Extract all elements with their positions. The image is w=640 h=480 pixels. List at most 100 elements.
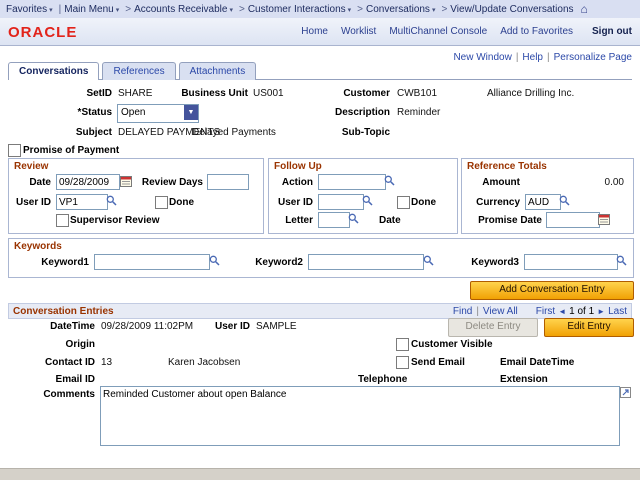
contact-id-label: Contact ID bbox=[40, 357, 95, 368]
breadcrumb-label: Accounts Receivable bbox=[134, 4, 227, 15]
currency-input[interactable] bbox=[525, 194, 561, 210]
breadcrumb-label: Conversations bbox=[366, 4, 430, 15]
review-date-label: Date bbox=[17, 177, 51, 188]
tab-references[interactable]: References bbox=[102, 62, 175, 80]
conversation-entries-title: Conversation Entries bbox=[13, 306, 114, 317]
add-conversation-entry-button[interactable]: Add Conversation Entry bbox=[470, 281, 634, 300]
entry-user-label: User ID bbox=[205, 321, 250, 332]
customer-visible-checkbox[interactable] bbox=[396, 338, 409, 351]
expand-comments-icon[interactable] bbox=[620, 387, 631, 398]
entry-user-value: SAMPLE bbox=[256, 321, 297, 332]
separator: > bbox=[357, 4, 363, 15]
customer-visible-label: Customer Visible bbox=[411, 339, 493, 350]
lookup-icon[interactable] bbox=[106, 195, 117, 206]
review-days-input[interactable] bbox=[207, 174, 249, 190]
chevron-down-icon: ▾ bbox=[348, 7, 352, 14]
delete-entry-button[interactable]: Delete Entry bbox=[448, 318, 538, 337]
business-unit-value: US001 bbox=[253, 88, 284, 99]
edit-entry-button[interactable]: Edit Entry bbox=[544, 318, 634, 337]
breadcrumb-item-main-menu[interactable]: Main Menu▾ bbox=[64, 4, 119, 15]
separator: > bbox=[441, 4, 447, 15]
customer-name: Alliance Drilling Inc. bbox=[487, 88, 574, 99]
origin-label: Origin bbox=[40, 339, 95, 350]
status-selected-value: Open bbox=[121, 107, 145, 118]
breadcrumb-item-conversations[interactable]: Conversations▾ bbox=[366, 4, 435, 15]
keyword1-input[interactable] bbox=[94, 254, 210, 270]
next-row-icon[interactable]: ► bbox=[597, 307, 605, 316]
tab-bar: Conversations References Attachments bbox=[8, 62, 259, 80]
home-icon[interactable]: ⌂ bbox=[581, 2, 588, 16]
letter-input[interactable] bbox=[318, 212, 350, 228]
review-title: Review bbox=[14, 161, 48, 172]
new-window-link[interactable]: New Window bbox=[453, 52, 511, 63]
datetime-value: 09/28/2009 11:02PM bbox=[101, 321, 193, 332]
supervisor-review-checkbox[interactable] bbox=[56, 214, 69, 227]
review-user-label: User ID bbox=[9, 197, 51, 208]
keyword2-input[interactable] bbox=[308, 254, 424, 270]
keyword3-input[interactable] bbox=[524, 254, 618, 270]
promise-date-input[interactable] bbox=[546, 212, 600, 228]
follow-up-title: Follow Up bbox=[274, 161, 322, 172]
review-date-input[interactable] bbox=[56, 174, 120, 190]
lookup-icon[interactable] bbox=[559, 195, 570, 206]
email-id-label: Email ID bbox=[40, 374, 95, 385]
comments-textarea[interactable]: Reminded Customer about open Balance bbox=[100, 386, 620, 446]
review-done-checkbox[interactable] bbox=[155, 196, 168, 209]
personalize-page-link[interactable]: Personalize Page bbox=[554, 52, 632, 63]
setid-label: SetID bbox=[40, 88, 112, 99]
sign-out-link[interactable]: Sign out bbox=[592, 26, 632, 37]
tab-conversations[interactable]: Conversations bbox=[8, 62, 99, 80]
breadcrumb-item-accounts-receivable[interactable]: Accounts Receivable▾ bbox=[134, 4, 233, 15]
send-email-checkbox[interactable] bbox=[396, 356, 409, 369]
followup-date-label: Date bbox=[379, 215, 401, 226]
dropdown-arrow-icon[interactable]: ▼ bbox=[184, 105, 198, 120]
followup-user-input[interactable] bbox=[318, 194, 364, 210]
lookup-icon[interactable] bbox=[362, 195, 373, 206]
status-dropdown[interactable]: Open ▼ bbox=[117, 104, 199, 123]
calendar-icon[interactable] bbox=[598, 213, 610, 225]
header-links: Home Worklist MultiChannel Console Add t… bbox=[301, 26, 632, 37]
tab-attachments[interactable]: Attachments bbox=[179, 62, 257, 80]
last-link[interactable]: Last bbox=[608, 306, 627, 317]
lookup-icon[interactable] bbox=[423, 255, 434, 266]
previous-row-icon[interactable]: ◄ bbox=[558, 307, 566, 316]
reference-totals-groupbox: Reference Totals Amount 0.00 Currency Pr… bbox=[461, 158, 634, 234]
lookup-icon[interactable] bbox=[348, 213, 359, 224]
followup-user-label: User ID bbox=[271, 197, 313, 208]
multichannel-console-link[interactable]: MultiChannel Console bbox=[389, 26, 487, 37]
favorites-menu[interactable]: Favorites▾ bbox=[6, 4, 53, 15]
breadcrumb-label: View/Update Conversations bbox=[450, 4, 573, 15]
setid-value: SHARE bbox=[118, 88, 152, 99]
promise-date-label: Promise Date bbox=[462, 215, 542, 226]
separator: > bbox=[125, 4, 131, 15]
home-link[interactable]: Home bbox=[301, 26, 328, 37]
keywords-groupbox: Keywords Keyword1 Keyword2 Keyword3 bbox=[8, 238, 634, 278]
help-link[interactable]: Help bbox=[522, 52, 543, 63]
separator: | bbox=[476, 306, 479, 317]
review-user-input[interactable] bbox=[56, 194, 108, 210]
view-all-link[interactable]: View All bbox=[483, 306, 518, 317]
letter-label: Letter bbox=[271, 215, 313, 226]
promise-of-payment-checkbox[interactable] bbox=[8, 144, 21, 157]
action-input[interactable] bbox=[318, 174, 386, 190]
horizontal-scrollbar[interactable] bbox=[0, 468, 640, 480]
supervisor-review-label: Supervisor Review bbox=[70, 215, 159, 226]
find-link[interactable]: Find bbox=[453, 306, 472, 317]
currency-label: Currency bbox=[466, 197, 520, 208]
worklist-link[interactable]: Worklist bbox=[341, 26, 376, 37]
chevron-down-icon: ▾ bbox=[432, 7, 436, 14]
lookup-icon[interactable] bbox=[209, 255, 220, 266]
comments-label: Comments bbox=[30, 389, 95, 400]
breadcrumb-item-customer-interactions[interactable]: Customer Interactions▾ bbox=[248, 4, 351, 15]
amount-value: 0.00 bbox=[542, 177, 624, 188]
first-link[interactable]: First bbox=[536, 306, 555, 317]
chevron-down-icon: ▾ bbox=[116, 7, 120, 14]
description-value: Reminder bbox=[397, 107, 440, 118]
breadcrumb: Favorites▾ | Main Menu▾ > Accounts Recei… bbox=[0, 0, 640, 19]
separator: | bbox=[59, 4, 62, 15]
contact-name: Karen Jacobsen bbox=[168, 357, 240, 368]
followup-done-checkbox[interactable] bbox=[397, 196, 410, 209]
add-to-favorites-link[interactable]: Add to Favorites bbox=[500, 26, 573, 37]
lookup-icon[interactable] bbox=[384, 175, 395, 186]
lookup-icon[interactable] bbox=[616, 255, 627, 266]
